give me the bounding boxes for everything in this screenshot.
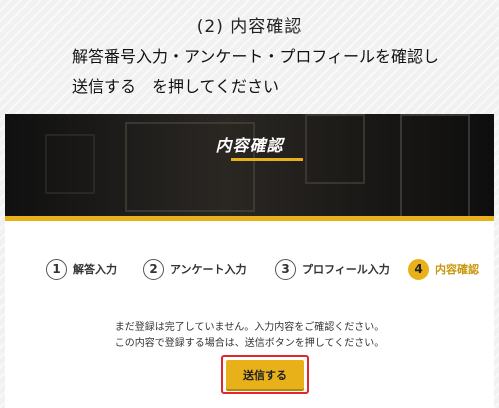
step-title: (2) 内容確認 [196, 17, 303, 37]
step-label: 内容確認 [435, 263, 479, 276]
step-survey-input: 2 アンケート入力 [143, 257, 247, 281]
step-content-confirm: 4 内容確認 [408, 257, 479, 281]
hero-title-underline [231, 158, 303, 161]
confirm-message-line-2: この内容で登録する場合は、送信ボタンを押してください。 [114, 338, 385, 349]
confirm-message-line-1: まだ登録は完了していません。入力内容をご確認ください。 [114, 322, 385, 333]
hero-bg-frame [400, 114, 470, 218]
step-number: 4 [408, 258, 429, 280]
step-label: アンケート入力 [170, 263, 247, 276]
submit-button[interactable]: 送信する [226, 360, 304, 389]
step-number: 2 [143, 258, 164, 280]
step-label: 解答入力 [73, 263, 117, 276]
hero-title: 内容確認 [215, 136, 284, 155]
hero-banner: 内容確認 [5, 114, 494, 218]
step-answer-input: 1 解答入力 [46, 257, 117, 281]
instruction-line-1: 解答番号入力・アンケート・プロフィールを確認し [72, 47, 440, 66]
step-label: プロフィール入力 [302, 263, 390, 276]
instruction-line-2: 送信する を押してください [72, 77, 280, 96]
step-number: 1 [46, 258, 67, 280]
submit-highlight: 送信する [221, 355, 309, 394]
step-indicator: 1 解答入力 2 アンケート入力 3 プロフィール入力 4 内容確認 [5, 257, 494, 281]
step-profile-input: 3 プロフィール入力 [275, 257, 390, 281]
step-number: 3 [275, 258, 296, 280]
confirm-panel: 1 解答入力 2 アンケート入力 3 プロフィール入力 4 内容確認 まだ登録は… [5, 221, 494, 408]
